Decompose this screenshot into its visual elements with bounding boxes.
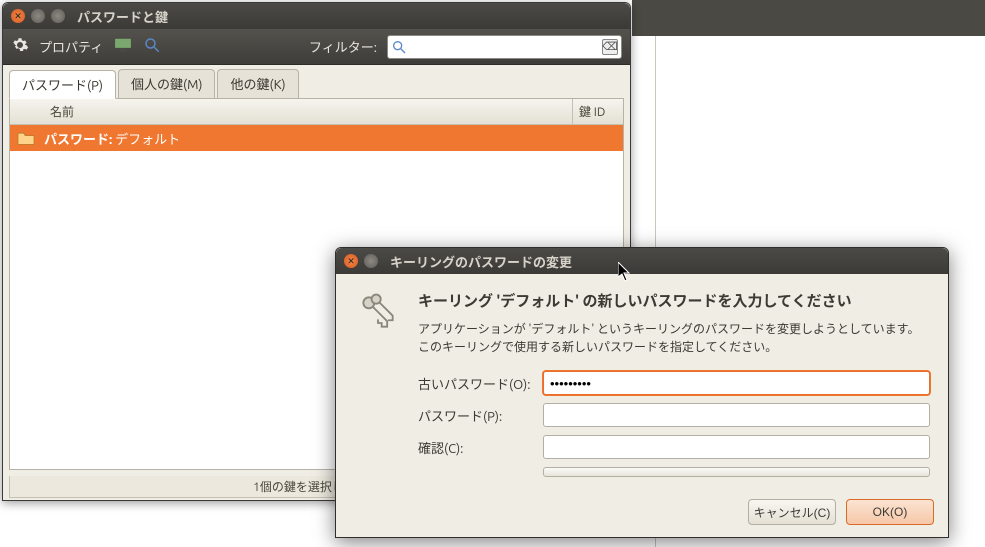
clear-icon[interactable]: ⌫ — [602, 39, 618, 55]
properties-label[interactable]: プロパティ — [39, 37, 103, 56]
keys-icon — [354, 290, 402, 477]
old-password-input[interactable] — [543, 371, 930, 395]
password-strength-bar — [543, 467, 930, 477]
row-label: パスワード: デフォルト — [44, 129, 180, 148]
ok-button[interactable]: OK(O) — [846, 499, 934, 525]
list-item[interactable]: パスワード: デフォルト — [10, 125, 623, 151]
main-toolbar: プロパティ フィルター: ⌫ — [3, 29, 630, 65]
confirm-password-input[interactable] — [543, 435, 930, 459]
monitor-icon[interactable] — [113, 36, 133, 57]
search-icon[interactable] — [143, 36, 161, 57]
new-password-input[interactable] — [543, 403, 930, 427]
tab-other-keys[interactable]: 他の鍵(K) — [217, 69, 298, 98]
dialog-heading: キーリング 'デフォルト' の新しいパスワードを入力してください — [418, 290, 930, 311]
tab-personal-keys[interactable]: 個人の鍵(M) — [118, 69, 216, 98]
column-key-id[interactable]: 鍵 ID — [573, 99, 623, 124]
dialog-body: キーリング 'デフォルト' の新しいパスワードを入力してください アプリケーショ… — [336, 274, 948, 491]
list-header: 名前 鍵 ID — [10, 99, 623, 125]
close-icon[interactable]: ✕ — [344, 254, 358, 268]
background-window-top — [632, 0, 985, 36]
close-icon[interactable]: ✕ — [11, 9, 25, 23]
search-icon — [391, 39, 407, 55]
change-password-dialog: ✕ キーリングのパスワードの変更 キーリング 'デフォルト' の新しいパスワード… — [335, 247, 949, 538]
dialog-button-row: キャンセル(C) OK(O) — [336, 491, 948, 537]
gear-icon[interactable] — [11, 36, 29, 57]
dialog-title: キーリングのパスワードの変更 — [390, 252, 572, 271]
folder-icon — [16, 130, 36, 146]
confirm-password-label: 確認(C): — [418, 438, 543, 457]
filter-label: フィルター: — [309, 37, 377, 56]
dialog-titlebar[interactable]: ✕ キーリングのパスワードの変更 — [336, 248, 948, 274]
dialog-description: アプリケーションが 'デフォルト' というキーリングのパスワードを変更しようとし… — [418, 321, 930, 357]
filter-input[interactable] — [387, 35, 622, 59]
new-password-label: パスワード(P): — [418, 406, 543, 425]
minimize-icon[interactable] — [31, 9, 45, 23]
column-name[interactable]: 名前 — [10, 99, 573, 124]
filter-search-wrap: ⌫ — [387, 35, 622, 59]
tab-passwords[interactable]: パスワード(P) — [9, 70, 116, 99]
minimize-icon[interactable] — [364, 254, 378, 268]
main-window-title: パスワードと鍵 — [77, 7, 168, 26]
maximize-icon[interactable] — [51, 9, 65, 23]
main-titlebar[interactable]: ✕ パスワードと鍵 — [3, 3, 630, 29]
cancel-button[interactable]: キャンセル(C) — [748, 499, 836, 525]
tab-bar: パスワード(P) 個人の鍵(M) 他の鍵(K) — [3, 65, 630, 98]
old-password-label: 古いパスワード(O): — [418, 374, 543, 393]
